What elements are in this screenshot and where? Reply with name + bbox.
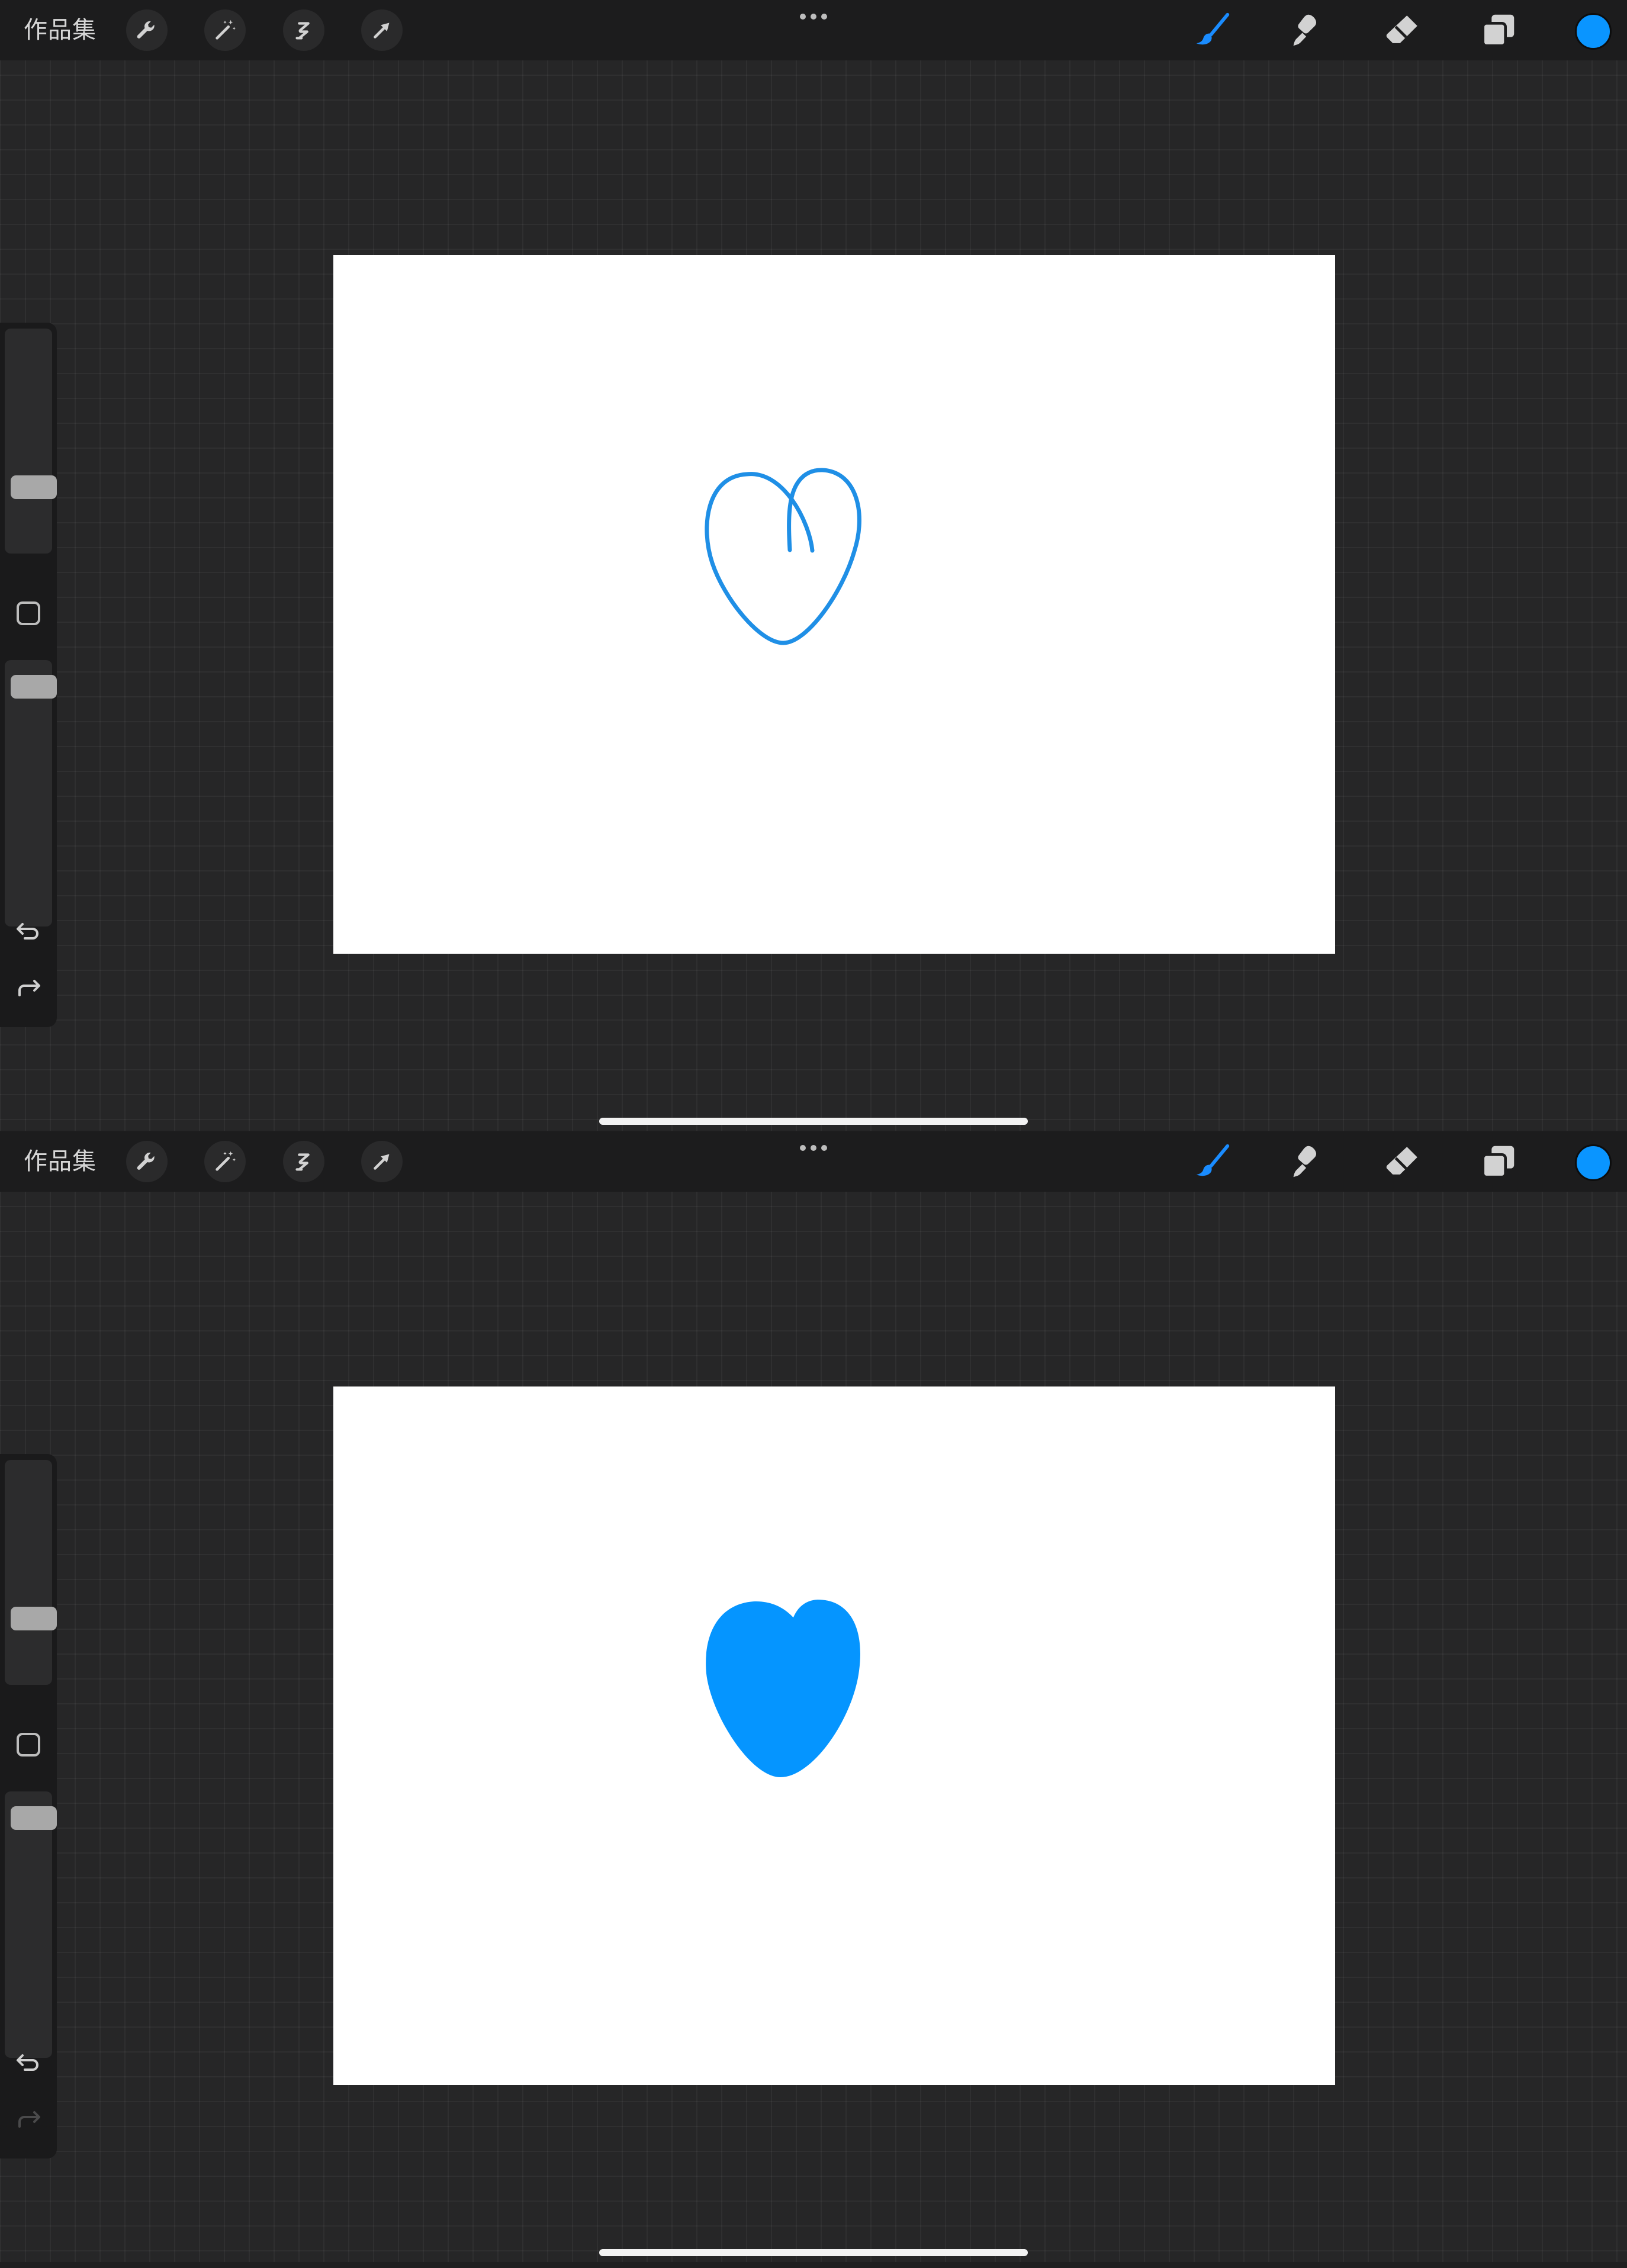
magic-wand-icon — [216, 20, 236, 40]
selection-button[interactable] — [283, 9, 324, 51]
color-picker-button[interactable] — [1575, 13, 1612, 50]
home-indicator[interactable] — [599, 1118, 1028, 1125]
magic-wand-icon — [216, 1151, 236, 1171]
transform-button[interactable] — [361, 9, 403, 51]
selection-s-icon — [295, 22, 310, 40]
undo-icon[interactable] — [11, 916, 46, 945]
redo-icon[interactable] — [11, 973, 46, 1002]
layers-icon — [1481, 1146, 1515, 1179]
eraser-tool-button[interactable] — [1381, 1140, 1425, 1183]
smudge-icon — [1293, 1146, 1317, 1178]
arrow-transform-icon — [374, 22, 390, 38]
wrench-icon — [137, 1152, 155, 1170]
actions-button[interactable] — [126, 1141, 168, 1182]
brush-size-thumb[interactable] — [11, 1607, 57, 1630]
arrow-transform-icon — [374, 1154, 390, 1170]
brush-size-slider[interactable] — [5, 1460, 57, 1685]
heart-outline-drawing — [705, 468, 861, 645]
layers-button[interactable] — [1477, 1140, 1520, 1183]
eraser-tool-button[interactable] — [1381, 8, 1425, 52]
layers-button[interactable] — [1477, 8, 1520, 52]
home-indicator[interactable] — [599, 2249, 1028, 2256]
eraser-icon — [1386, 15, 1417, 43]
color-picker-button[interactable] — [1575, 1144, 1612, 1181]
layers-icon — [1481, 14, 1515, 47]
smudge-icon — [1293, 14, 1317, 46]
opacity-thumb[interactable] — [11, 675, 57, 699]
gallery-button[interactable]: 作品集 — [24, 13, 97, 47]
opacity-slider[interactable] — [5, 1791, 57, 2058]
redo-icon[interactable] — [11, 2104, 46, 2134]
wrench-icon — [137, 21, 155, 38]
brush-icon — [1196, 1144, 1230, 1176]
drawing-canvas[interactable] — [333, 255, 1335, 954]
more-options-icon[interactable] — [796, 1136, 831, 1160]
smudge-tool-button[interactable] — [1285, 1140, 1329, 1183]
opacity-slider[interactable] — [5, 660, 57, 926]
brush-tool-button[interactable] — [1190, 8, 1234, 52]
top-toolbar: 作品集 — [0, 1131, 1627, 1192]
actions-button[interactable] — [126, 9, 168, 51]
eraser-icon — [1386, 1147, 1417, 1175]
gallery-button[interactable]: 作品集 — [24, 1144, 97, 1179]
drawing-canvas[interactable] — [333, 1386, 1335, 2085]
adjustments-button[interactable] — [204, 1141, 246, 1182]
modify-button[interactable] — [17, 1733, 40, 1757]
selection-button[interactable] — [283, 1141, 324, 1182]
smudge-tool-button[interactable] — [1285, 8, 1329, 52]
selection-s-icon — [295, 1153, 310, 1171]
undo-icon[interactable] — [11, 2047, 46, 2077]
brush-tool-button[interactable] — [1190, 1140, 1234, 1183]
heart-filled-drawing — [706, 1600, 861, 1777]
more-options-icon[interactable] — [796, 5, 831, 28]
sidebar — [0, 323, 57, 1027]
opacity-thumb[interactable] — [11, 1806, 57, 1830]
top-toolbar: 作品集 — [0, 0, 1627, 60]
transform-button[interactable] — [361, 1141, 403, 1182]
adjustments-button[interactable] — [204, 9, 246, 51]
procreate-screen-filled: 作品集 — [0, 1131, 1627, 2262]
procreate-screen-outline: 作品集 — [0, 0, 1627, 1131]
modify-button[interactable] — [17, 601, 40, 625]
brush-size-thumb[interactable] — [11, 475, 57, 499]
sidebar — [0, 1454, 57, 2158]
brush-icon — [1196, 12, 1230, 45]
brush-size-slider[interactable] — [5, 329, 57, 554]
